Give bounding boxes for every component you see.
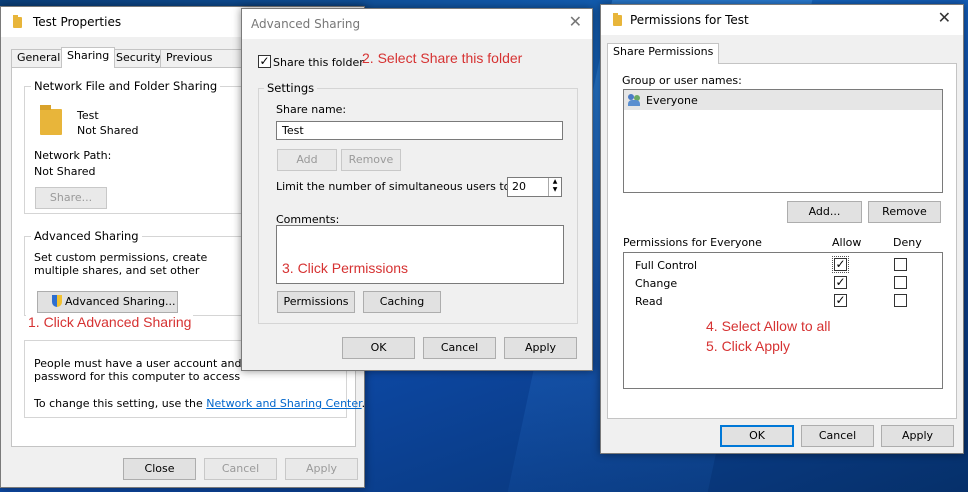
ok-button[interactable]: OK (720, 425, 794, 447)
settings-group: Settings Share name: Test Add Remove Lim… (258, 81, 578, 324)
user-name: Everyone (646, 94, 698, 107)
password-desc: People must have a user account and pass… (34, 357, 242, 385)
close-icon[interactable]: ✕ (569, 14, 582, 30)
large-folder-icon (40, 105, 62, 135)
tab-share-permissions[interactable]: Share Permissions (607, 43, 720, 64)
change-setting-prefix: To change this setting, use the (34, 397, 203, 410)
full-control-allow-checkbox[interactable]: ✓ (832, 256, 849, 273)
dialog-title: Advanced Sharing (251, 17, 361, 31)
tab-bar: General Sharing Security Previous Versio… (11, 47, 251, 68)
group-title: Network File and Folder Sharing (31, 79, 221, 93)
advanced-desc: Set custom permissions, create multiple … (34, 251, 208, 279)
permission-name: Full Control (635, 259, 698, 272)
share-name-input[interactable]: Test (276, 121, 563, 140)
change-deny-checkbox[interactable] (894, 276, 907, 289)
remove-button[interactable]: Remove (868, 201, 941, 223)
tab-previous-versions[interactable]: Previous Versions (160, 49, 251, 67)
share-this-folder-checkbox[interactable]: ✓ (258, 55, 271, 68)
title-bar: Advanced Sharing ✕ (242, 9, 592, 39)
close-button[interactable]: Close (123, 458, 196, 480)
change-setting-text: To change this setting, use the Network … (34, 397, 366, 410)
step2-annotation: 2. Select Share this folder (362, 50, 523, 66)
share-name-label: Share name: (276, 103, 347, 116)
limit-users-label: Limit the number of simultaneous users t… (276, 180, 515, 193)
close-icon[interactable]: ✕ (938, 10, 951, 26)
share-permissions-panel: Group or user names: Everyone Add... Rem… (607, 63, 957, 419)
read-allow-checkbox[interactable]: ✓ (834, 294, 847, 307)
change-allow-checkbox[interactable]: ✓ (834, 276, 847, 289)
tab-security[interactable]: Security (110, 49, 168, 67)
permissions-button[interactable]: Permissions (277, 291, 355, 313)
step5-annotation: 5. Click Apply (706, 338, 791, 354)
read-deny-checkbox[interactable] (894, 294, 907, 307)
limit-users-spinner[interactable]: 20 ▲ ▼ (507, 177, 562, 197)
network-sharing-center-link[interactable]: Network and Sharing Center (206, 397, 361, 410)
network-path-label: Network Path: (34, 149, 112, 162)
spinner-arrows-icon[interactable]: ▲ ▼ (548, 178, 561, 196)
permission-name: Change (635, 277, 678, 290)
share-this-folder-label[interactable]: Share this folder (273, 56, 364, 69)
step1-annotation: 1. Click Advanced Sharing (26, 314, 194, 330)
permissions-header: Permissions for Everyone (623, 236, 762, 249)
add-button[interactable]: Add (277, 149, 337, 171)
apply-button[interactable]: Apply (504, 337, 577, 359)
apply-button[interactable]: Apply (881, 425, 954, 447)
remove-button[interactable]: Remove (341, 149, 401, 171)
folder-name: Test (77, 109, 99, 122)
group-user-label: Group or user names: (622, 74, 742, 87)
deny-header: Deny (893, 236, 922, 249)
share-state: Not Shared (77, 124, 139, 137)
dialog-title: Permissions for Test (630, 13, 749, 27)
title-bar: Permissions for Test ✕ (601, 5, 963, 35)
cancel-button[interactable]: Cancel (204, 458, 277, 480)
apply-button[interactable]: Apply (285, 458, 358, 480)
tab-general[interactable]: General (11, 49, 67, 67)
share-button[interactable]: Share... (35, 187, 107, 209)
cancel-button[interactable]: Cancel (423, 337, 496, 359)
cancel-button[interactable]: Cancel (801, 425, 874, 447)
users-group-icon (628, 94, 642, 106)
permission-name: Read (635, 295, 663, 308)
window-title: Test Properties (33, 15, 122, 29)
group-title: Settings (264, 81, 318, 95)
tab-sharing[interactable]: Sharing (61, 47, 116, 68)
uac-shield-icon (52, 295, 62, 307)
group-title: Advanced Sharing (31, 229, 142, 243)
step4-annotation: 4. Select Allow to all (706, 318, 831, 334)
limit-users-value: 20 (512, 180, 526, 193)
folder-icon (13, 15, 22, 28)
add-button[interactable]: Add... (787, 201, 862, 223)
ok-button[interactable]: OK (342, 337, 415, 359)
full-control-deny-checkbox[interactable] (894, 258, 907, 271)
network-path-value: Not Shared (34, 165, 96, 178)
user-list[interactable]: Everyone (623, 89, 943, 193)
advanced-sharing-button-label: Advanced Sharing... (65, 295, 176, 308)
caching-button[interactable]: Caching (363, 291, 441, 313)
allow-header: Allow (832, 236, 862, 249)
advanced-sharing-button[interactable]: Advanced Sharing... (37, 291, 178, 313)
user-list-item[interactable]: Everyone (624, 90, 942, 110)
folder-icon (613, 13, 622, 26)
permissions-dialog: Permissions for Test ✕ Share Permissions… (600, 4, 964, 454)
step3-annotation: 3. Click Permissions (282, 260, 409, 276)
